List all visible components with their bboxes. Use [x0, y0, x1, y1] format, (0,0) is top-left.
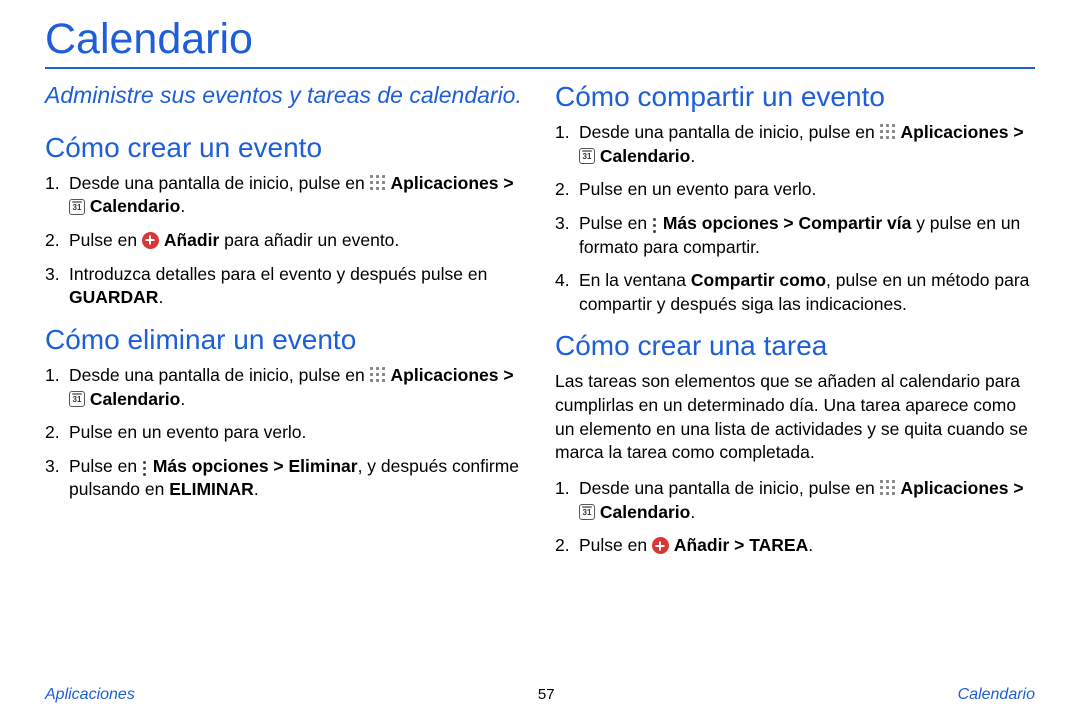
apps-icon — [880, 124, 896, 140]
bold-text: > — [1008, 122, 1023, 142]
bold-text: Calendario — [600, 146, 690, 166]
page-number: 57 — [538, 686, 555, 704]
text: Desde una pantalla de inicio, pulse en — [579, 478, 880, 498]
list-item: 1. Desde una pantalla de inicio, pulse e… — [555, 477, 1035, 524]
text: . — [690, 502, 695, 522]
bold-text: > — [498, 173, 513, 193]
bold-text: Añadir — [164, 230, 219, 250]
text: . — [690, 146, 695, 166]
list-item: 3. Pulse en Más opciones > Compartir vía… — [555, 212, 1035, 259]
text: Pulse en — [579, 213, 652, 233]
bold-text: Calendario — [600, 502, 690, 522]
page-footer: Aplicaciones 57 Calendario — [0, 686, 1080, 704]
text: . — [808, 535, 813, 555]
more-options-icon — [652, 218, 658, 235]
text: Desde una pantalla de inicio, pulse en — [579, 122, 880, 142]
bold-text: Aplicaciones — [901, 122, 1009, 142]
heading-delete-event: Cómo eliminar un evento — [45, 324, 525, 356]
text: para añadir un evento. — [219, 230, 399, 250]
list-item: 3. Introduzca detalles para el evento y … — [45, 263, 525, 310]
add-icon — [652, 537, 669, 554]
text: En la ventana — [579, 270, 691, 290]
bold-text: > — [498, 365, 513, 385]
calendar-icon: 31 — [579, 148, 595, 164]
footer-left: Aplicaciones — [45, 686, 135, 704]
page-subtitle: Administre sus eventos y tareas de calen… — [45, 81, 525, 110]
text: Pulse en un evento para verlo. — [579, 179, 816, 199]
bold-text: Calendario — [90, 196, 180, 216]
calendar-icon: 31 — [69, 199, 85, 215]
bold-text: ELIMINAR — [169, 479, 254, 499]
list-item: 2. Pulse en un evento para verlo. — [555, 178, 1035, 202]
text: . — [254, 479, 259, 499]
text: Pulse en — [579, 535, 652, 555]
list-item: 1. Desde una pantalla de inicio, pulse e… — [555, 121, 1035, 168]
left-column: Administre sus eventos y tareas de calen… — [45, 81, 525, 572]
list-item: 1. Desde una pantalla de inicio, pulse e… — [45, 364, 525, 411]
bold-text: > — [729, 535, 749, 555]
bold-text: Aplicaciones — [391, 173, 499, 193]
list-share-event: 1. Desde una pantalla de inicio, pulse e… — [555, 121, 1035, 316]
task-intro: Las tareas son elementos que se añaden a… — [555, 370, 1035, 465]
list-item: 2. Pulse en Añadir > TAREA. — [555, 534, 1035, 558]
list-delete-event: 1. Desde una pantalla de inicio, pulse e… — [45, 364, 525, 502]
calendar-icon: 31 — [69, 391, 85, 407]
text: Introduzca detalles para el evento y des… — [69, 264, 487, 284]
bold-text: Compartir como — [691, 270, 826, 290]
text: Pulse en — [69, 230, 142, 250]
bold-text: GUARDAR — [69, 287, 158, 307]
calendar-icon: 31 — [579, 504, 595, 520]
bold-text: Más opciones > Eliminar — [153, 456, 358, 476]
text: Desde una pantalla de inicio, pulse en — [69, 173, 370, 193]
text: . — [180, 196, 185, 216]
bold-text: Añadir — [674, 535, 729, 555]
apps-icon — [370, 367, 386, 383]
text: Pulse en — [69, 456, 142, 476]
bold-text: Más opciones > Compartir vía — [663, 213, 911, 233]
text: Desde una pantalla de inicio, pulse en — [69, 365, 370, 385]
list-item: 2. Pulse en Añadir para añadir un evento… — [45, 229, 525, 253]
list-create-task: 1. Desde una pantalla de inicio, pulse e… — [555, 477, 1035, 558]
content-columns: Administre sus eventos y tareas de calen… — [45, 81, 1035, 572]
apps-icon — [370, 175, 386, 191]
bold-text: Aplicaciones — [901, 478, 1009, 498]
page-title: Calendario — [45, 15, 1035, 69]
list-item: 4. En la ventana Compartir como, pulse e… — [555, 269, 1035, 316]
heading-create-event: Cómo crear un evento — [45, 132, 525, 164]
text: . — [158, 287, 163, 307]
bold-text: > — [1008, 478, 1023, 498]
bold-text: Aplicaciones — [391, 365, 499, 385]
bold-text: Calendario — [90, 389, 180, 409]
heading-share-event: Cómo compartir un evento — [555, 81, 1035, 113]
bold-text: TAREA — [749, 535, 808, 555]
footer-right: Calendario — [958, 686, 1035, 704]
apps-icon — [880, 480, 896, 496]
add-icon — [142, 232, 159, 249]
right-column: Cómo compartir un evento 1. Desde una pa… — [555, 81, 1035, 572]
heading-create-task: Cómo crear una tarea — [555, 330, 1035, 362]
list-item: 1. Desde una pantalla de inicio, pulse e… — [45, 172, 525, 219]
more-options-icon — [142, 461, 148, 478]
text: . — [180, 389, 185, 409]
list-create-event: 1. Desde una pantalla de inicio, pulse e… — [45, 172, 525, 310]
list-item: 2. Pulse en un evento para verlo. — [45, 421, 525, 445]
text: Pulse en un evento para verlo. — [69, 422, 306, 442]
list-item: 3. Pulse en Más opciones > Eliminar, y d… — [45, 455, 525, 502]
